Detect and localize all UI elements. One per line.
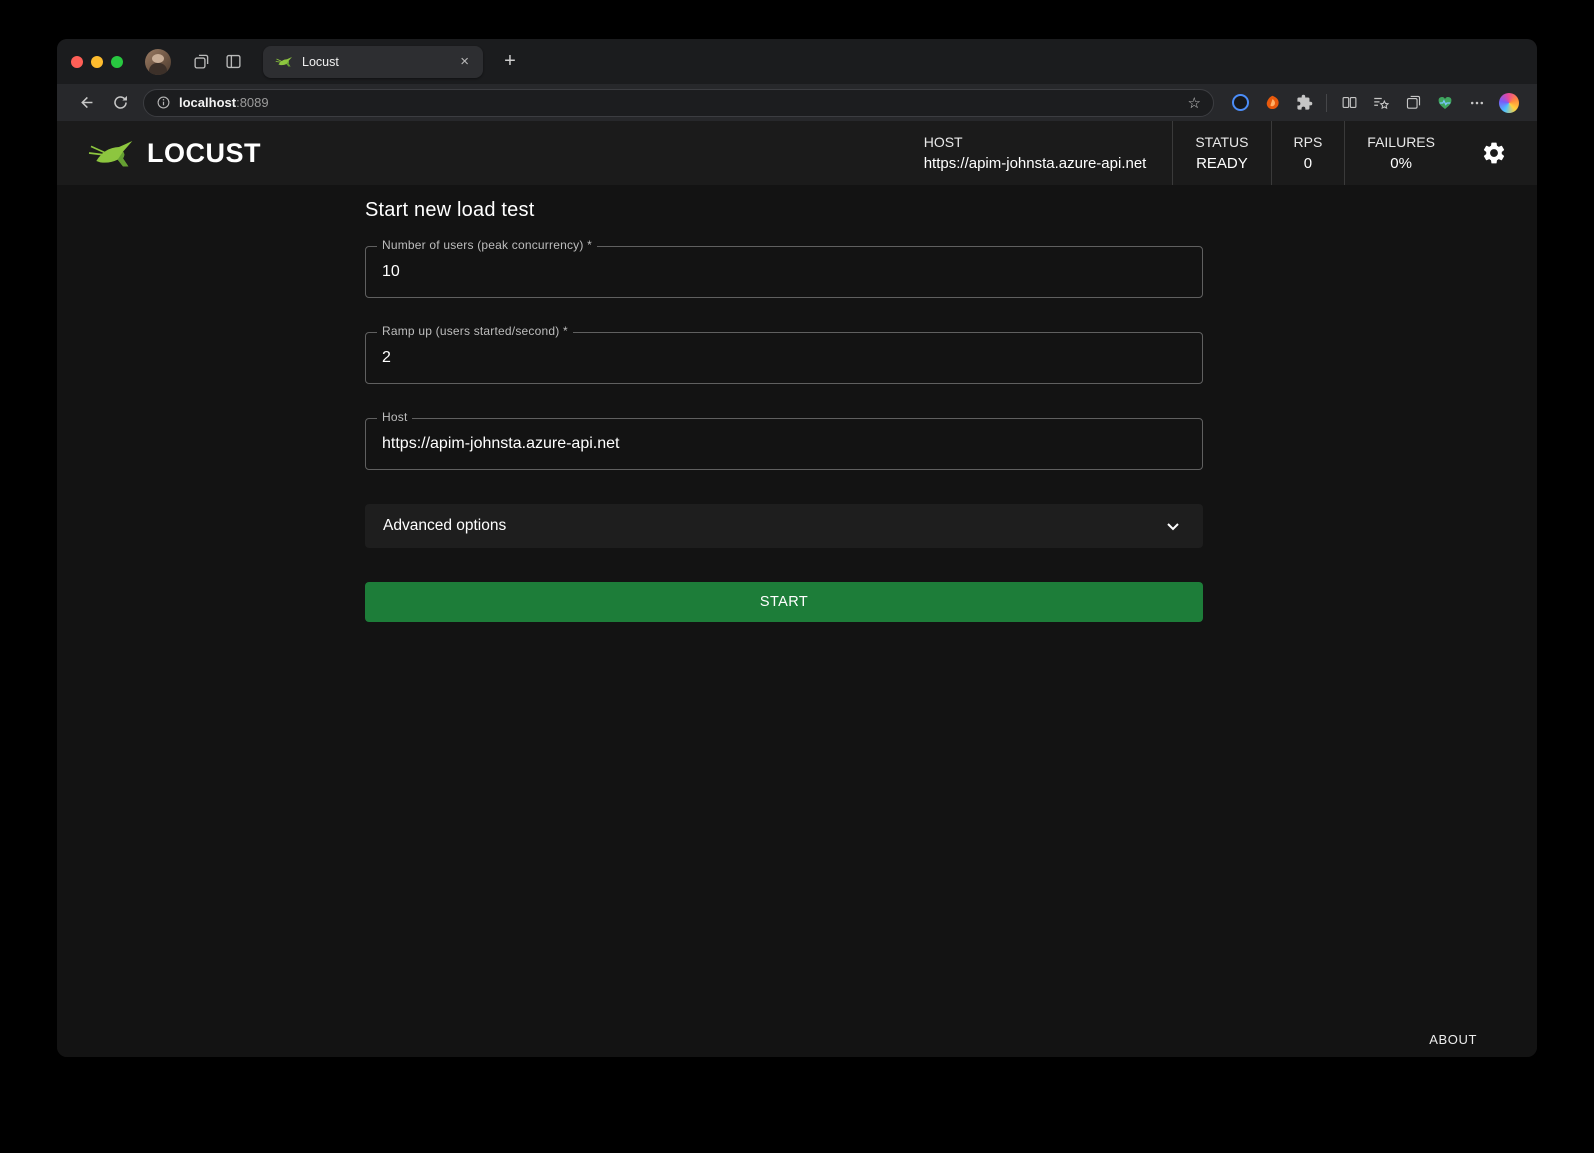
address-bar[interactable]: localhost:8089 ☆ xyxy=(143,89,1214,117)
page-title: Start new load test xyxy=(365,199,1203,222)
brand: LOCUST xyxy=(57,121,902,185)
users-field-label: Number of users (peak concurrency) * xyxy=(377,238,597,252)
stat-status-label: STATUS xyxy=(1195,134,1248,150)
close-window-button[interactable] xyxy=(71,56,83,68)
url-port: :8089 xyxy=(236,95,269,110)
stat-rps: RPS 0 xyxy=(1271,121,1345,185)
stat-status: STATUS READY xyxy=(1172,121,1270,185)
stat-failures-label: FAILURES xyxy=(1367,134,1435,150)
site-info-icon[interactable] xyxy=(156,95,171,110)
stat-host-value: https://apim-johnsta.azure-api.net xyxy=(924,155,1147,172)
advanced-options-accordion[interactable]: Advanced options xyxy=(365,504,1203,548)
stat-host: HOST https://apim-johnsta.azure-api.net xyxy=(902,121,1173,185)
browser-essentials-icon[interactable] xyxy=(1431,89,1459,117)
gear-icon xyxy=(1481,140,1507,166)
split-screen-icon[interactable] xyxy=(1335,89,1363,117)
url-text[interactable]: localhost:8089 xyxy=(179,95,269,110)
locust-favicon-icon xyxy=(275,55,293,68)
brand-name: LOCUST xyxy=(147,138,261,169)
url-host: localhost xyxy=(179,95,236,110)
ramp-up-field-group: Ramp up (users started/second) * xyxy=(365,332,1203,384)
browser-window: Locust × + localhost:8089 ☆ xyxy=(57,39,1537,1057)
host-input[interactable] xyxy=(366,435,1202,453)
toolbar-divider xyxy=(1326,94,1327,112)
tab-title: Locust xyxy=(302,55,456,69)
app-header: LOCUST HOST https://apim-johnsta.azure-a… xyxy=(57,121,1537,185)
main-content: Start new load test Number of users (pea… xyxy=(57,185,1537,1057)
ramp-up-field-label: Ramp up (users started/second) * xyxy=(377,324,573,338)
window-controls xyxy=(71,56,123,68)
chevron-down-icon xyxy=(1161,514,1185,538)
stat-rps-value: 0 xyxy=(1304,155,1312,172)
new-tab-button[interactable]: + xyxy=(497,50,523,73)
favorites-icon[interactable] xyxy=(1367,89,1395,117)
extensions-puzzle-icon[interactable] xyxy=(1290,89,1318,117)
start-button[interactable]: START xyxy=(365,582,1203,622)
tab-close-icon[interactable]: × xyxy=(456,52,473,71)
refresh-button[interactable] xyxy=(105,89,135,117)
host-field-group: Host xyxy=(365,418,1203,470)
host-field-label: Host xyxy=(377,410,412,424)
users-field-group: Number of users (peak concurrency) * xyxy=(365,246,1203,298)
locust-logo-icon xyxy=(87,137,135,169)
workspaces-icon[interactable] xyxy=(185,47,217,77)
tab-strip: Locust × + xyxy=(57,39,1537,84)
stat-status-value: READY xyxy=(1196,155,1248,172)
bookmark-star-icon[interactable]: ☆ xyxy=(1188,94,1201,112)
extension-orange-icon[interactable] xyxy=(1258,89,1286,117)
settings-button[interactable] xyxy=(1457,121,1537,185)
vertical-tabs-icon[interactable] xyxy=(217,47,249,77)
users-input[interactable] xyxy=(366,263,1202,281)
advanced-options-label: Advanced options xyxy=(383,517,506,535)
browser-tab-locust[interactable]: Locust × xyxy=(263,46,483,78)
collections-icon[interactable] xyxy=(1399,89,1427,117)
stat-failures: FAILURES 0% xyxy=(1344,121,1457,185)
profile-avatar[interactable] xyxy=(145,49,171,75)
more-menu-icon[interactable] xyxy=(1463,89,1491,117)
stat-rps-label: RPS xyxy=(1294,134,1323,150)
about-link[interactable]: ABOUT xyxy=(1429,1032,1477,1047)
browser-toolbar: localhost:8089 ☆ xyxy=(57,84,1537,121)
copilot-icon[interactable] xyxy=(1495,89,1523,117)
stat-host-label: HOST xyxy=(924,134,963,150)
back-button[interactable] xyxy=(71,89,101,117)
zoom-window-button[interactable] xyxy=(111,56,123,68)
ramp-up-input[interactable] xyxy=(366,349,1202,367)
header-stats: HOST https://apim-johnsta.azure-api.net … xyxy=(902,121,1457,185)
extension-password-icon[interactable] xyxy=(1226,89,1254,117)
load-test-form: Start new load test Number of users (pea… xyxy=(365,185,1203,622)
stat-failures-value: 0% xyxy=(1390,155,1412,172)
minimize-window-button[interactable] xyxy=(91,56,103,68)
locust-app: LOCUST HOST https://apim-johnsta.azure-a… xyxy=(57,121,1537,1057)
